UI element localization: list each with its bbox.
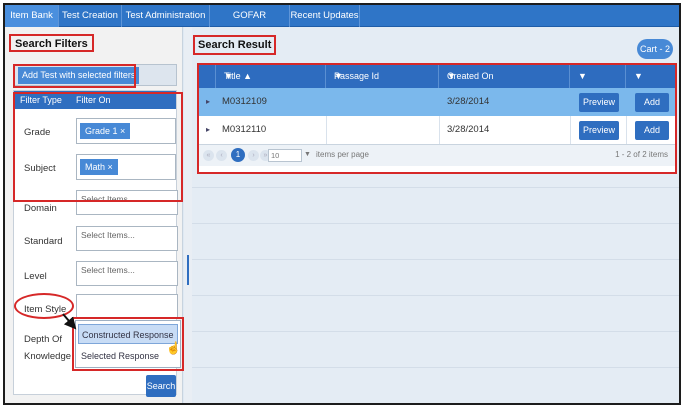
hand-cursor-icon: ☝ xyxy=(166,341,181,355)
grid-header: Title ▲ ▼ Passage Id ▼ Created On ▼ ▼ ▼ xyxy=(198,64,676,88)
row-title: M0312110 xyxy=(222,124,267,135)
level-label: Level xyxy=(24,271,47,282)
filter-icon[interactable]: ▼ xyxy=(224,64,319,88)
pager-summary: 1 - 2 of 2 items xyxy=(615,150,668,159)
preview-col-header[interactable]: ▼ xyxy=(570,64,626,88)
row-created-on: 3/28/2014 xyxy=(447,124,490,135)
table-row[interactable]: ▸ M0312110 3/28/2014 Preview Add xyxy=(198,116,676,144)
add-test-bar: Add Test with selected filters xyxy=(13,64,177,86)
search-button[interactable]: Search xyxy=(146,375,176,397)
search-result-panel: Search Result Cart - 2 Title ▲ ▼ Passage… xyxy=(192,27,679,403)
add-button[interactable]: Add xyxy=(635,93,669,112)
dok-label-line1: Depth Of xyxy=(24,334,63,345)
standard-label: Standard xyxy=(24,236,63,247)
current-page[interactable]: 1 xyxy=(231,148,245,162)
option-constructed-response[interactable]: Constructed Response xyxy=(78,324,178,344)
filter-icon[interactable]: ▼ xyxy=(578,64,619,88)
items-per-page-label: items per page xyxy=(316,150,369,159)
prev-page-icon[interactable]: ‹ xyxy=(216,150,227,161)
subject-chip[interactable]: Math × xyxy=(80,159,118,175)
created-col-header[interactable]: Created On ▼ xyxy=(439,64,570,88)
next-page-icon[interactable]: › xyxy=(248,150,259,161)
filter-table-header: Filter Type Filter On xyxy=(14,91,176,109)
splitter-grip[interactable] xyxy=(187,255,189,285)
page-size-dropdown-icon[interactable]: ▼ xyxy=(304,151,311,158)
cart-button[interactable]: Cart - 2 xyxy=(637,39,673,59)
filter-icon[interactable]: ▼ xyxy=(447,64,563,88)
expand-col-header xyxy=(198,64,216,88)
first-page-icon[interactable]: « xyxy=(203,150,214,161)
empty-grid-area xyxy=(192,187,679,403)
filter-on-header: Filter On xyxy=(76,95,111,105)
panel-splitter[interactable] xyxy=(184,27,192,403)
add-col-header[interactable]: ▼ xyxy=(626,64,678,88)
add-button[interactable]: Add xyxy=(635,121,669,140)
row-created-on: 3/28/2014 xyxy=(447,96,490,107)
preview-button[interactable]: Preview xyxy=(579,121,619,140)
domain-label: Domain xyxy=(24,203,57,214)
domain-select[interactable]: Select Items... xyxy=(76,190,178,215)
tab-test-administration[interactable]: Test Administration xyxy=(122,5,210,27)
expand-row-icon[interactable]: ▸ xyxy=(206,116,210,144)
filter-icon[interactable]: ▼ xyxy=(334,64,432,88)
filter-type-header: Filter Type xyxy=(20,95,62,105)
grade-field[interactable]: Grade 1 × xyxy=(76,118,176,144)
tab-test-creation[interactable]: Test Creation xyxy=(59,5,122,27)
level-select[interactable]: Select Items... xyxy=(76,261,178,286)
item-style-label: Item Style xyxy=(24,304,67,315)
tab-gofar-resources[interactable]: GOFAR Resources xyxy=(210,5,290,43)
table-row[interactable]: ▸ M0312109 3/28/2014 Preview Add xyxy=(198,88,676,116)
expand-row-icon[interactable]: ▸ xyxy=(206,88,210,116)
preview-button[interactable]: Preview xyxy=(579,93,619,112)
item-style-select[interactable] xyxy=(76,294,178,319)
dok-label-line2: Knowledge xyxy=(24,351,72,362)
passage-col-header[interactable]: Passage Id ▼ xyxy=(326,64,439,88)
tab-recent-updates[interactable]: Recent Updates xyxy=(290,5,360,27)
row-title: M0312109 xyxy=(222,96,267,107)
filter-icon[interactable]: ▼ xyxy=(634,64,672,88)
grade-chip[interactable]: Grade 1 × xyxy=(80,123,131,139)
add-test-button[interactable]: Add Test with selected filters xyxy=(18,67,140,84)
standard-select[interactable]: Select Items... xyxy=(76,226,178,251)
search-filters-title: Search Filters xyxy=(9,34,94,52)
subject-field[interactable]: Math × xyxy=(76,154,176,180)
search-result-title: Search Result xyxy=(193,35,277,55)
pager: « ‹ 1 › » 10 ▼ items per page 1 - 2 of 2… xyxy=(198,144,676,166)
app-window: Item Bank Test Creation Test Administrat… xyxy=(3,3,681,405)
tab-item-bank[interactable]: Item Bank xyxy=(5,5,59,27)
search-filters-panel: Search Filters Add Test with selected fi… xyxy=(5,27,184,403)
subject-label: Subject xyxy=(24,163,56,174)
top-nav: Item Bank Test Creation Test Administrat… xyxy=(5,5,679,43)
results-grid: Title ▲ ▼ Passage Id ▼ Created On ▼ ▼ ▼ xyxy=(197,63,677,174)
title-col-header[interactable]: Title ▲ ▼ xyxy=(216,64,326,88)
grade-label: Grade xyxy=(24,127,51,138)
option-selected-response[interactable]: Selected Response xyxy=(78,346,178,366)
page-size-select[interactable]: 10 xyxy=(268,149,302,162)
